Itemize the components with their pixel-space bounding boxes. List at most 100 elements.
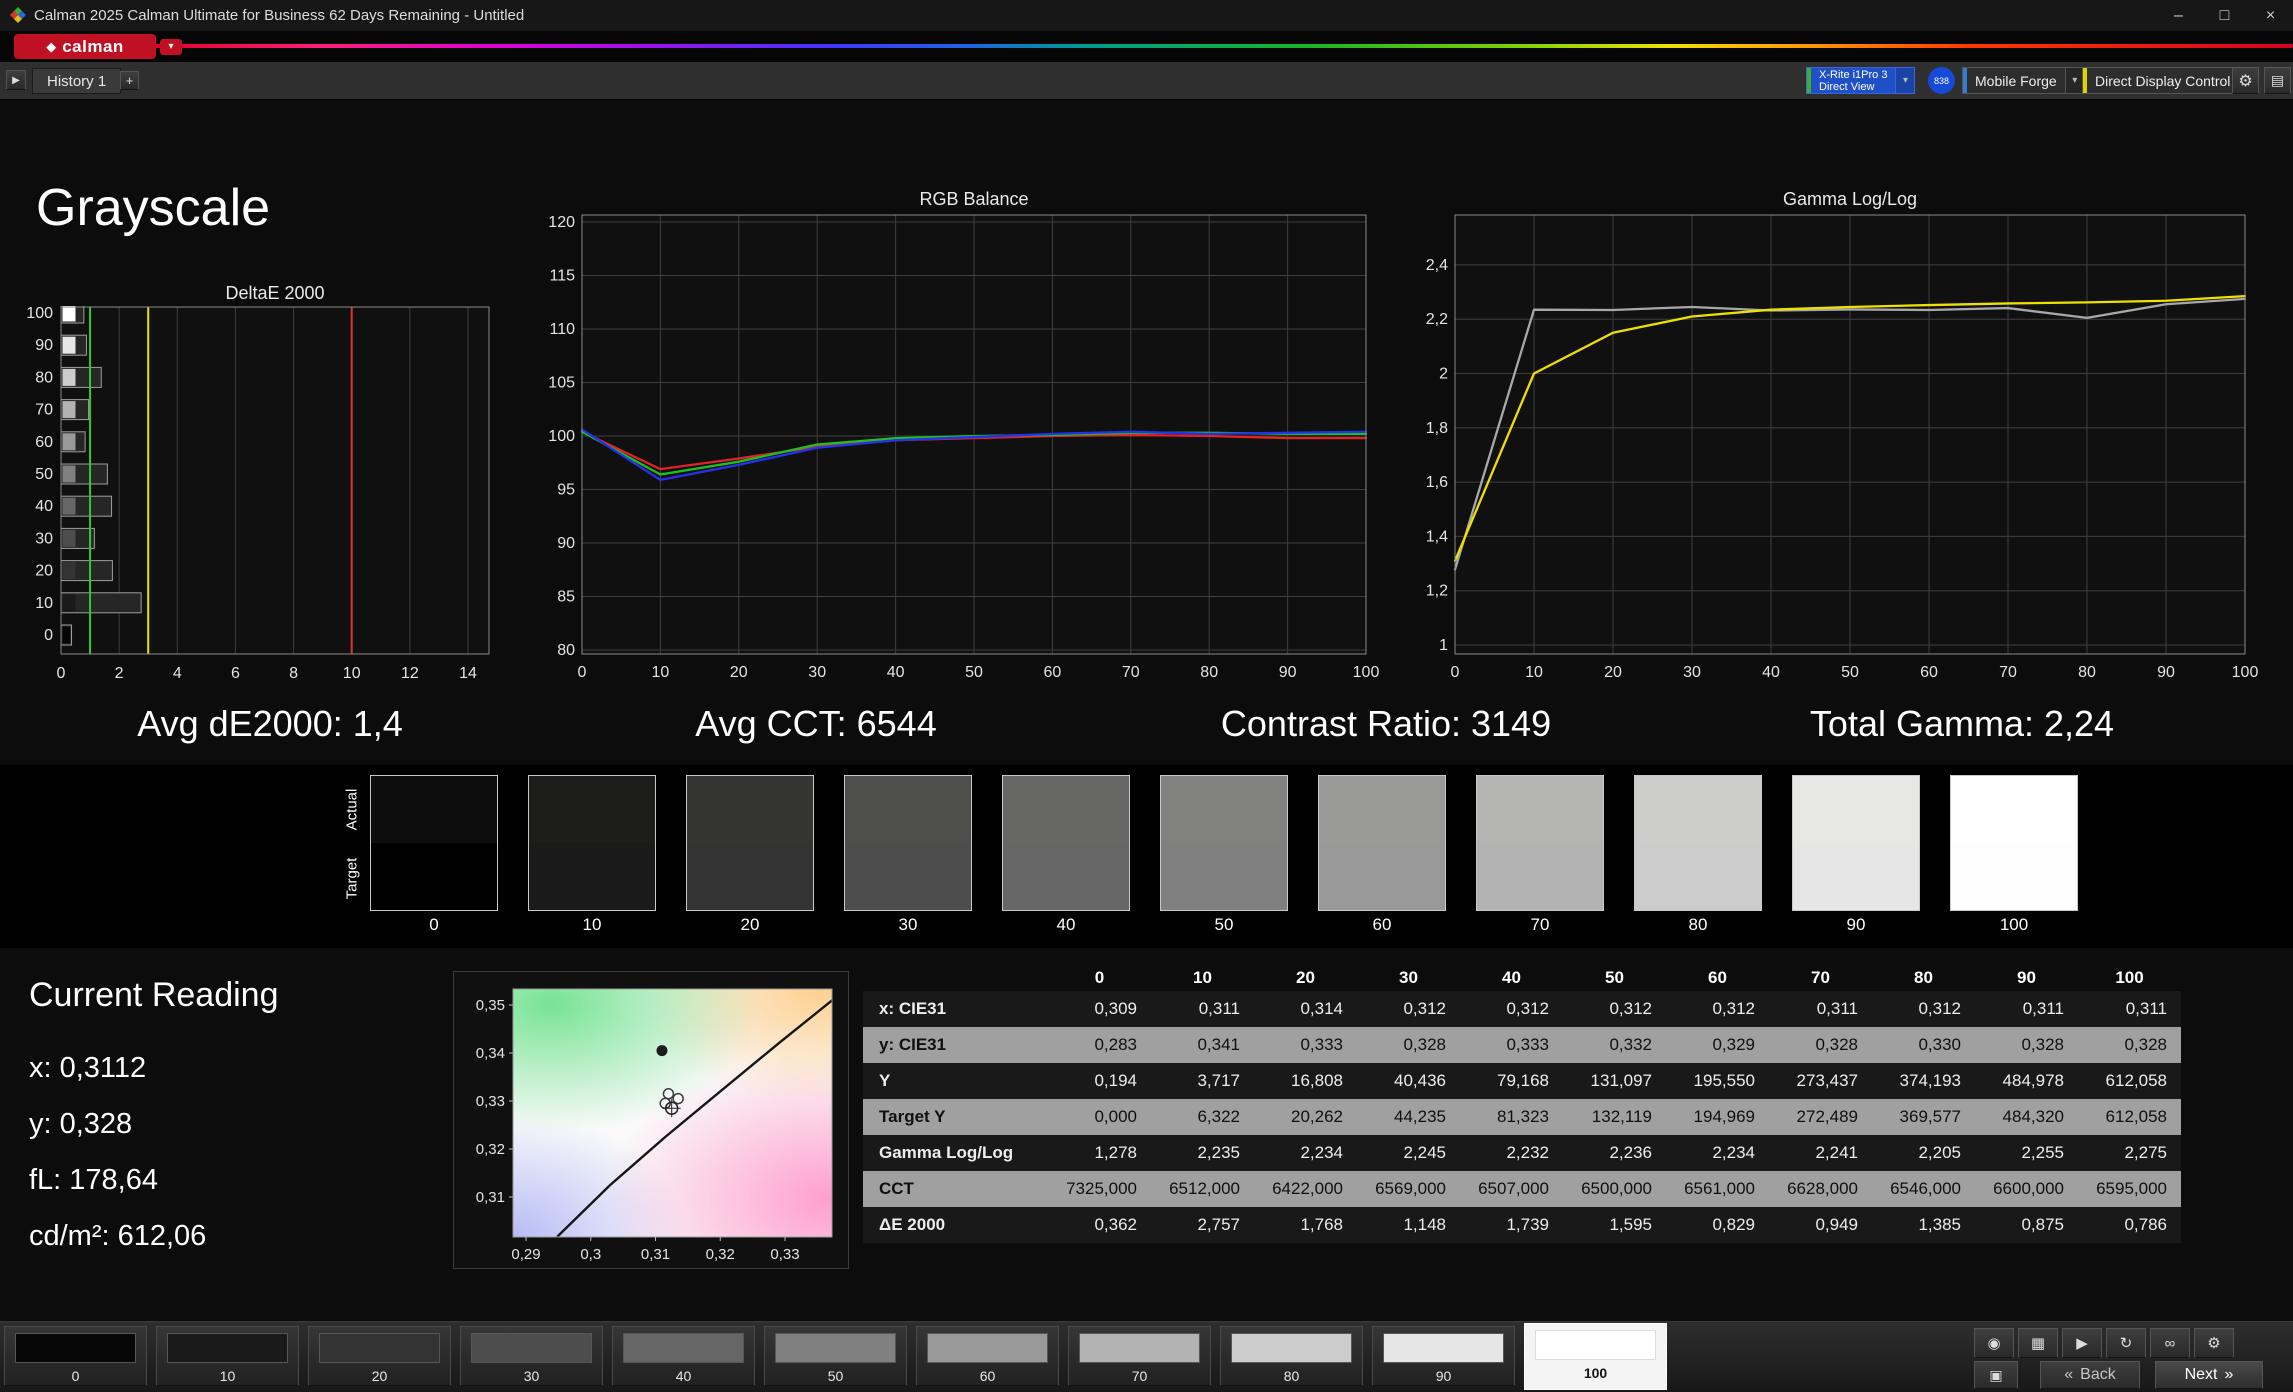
table-cell: 0,311 (1151, 991, 1254, 1027)
next-button[interactable]: Next » (2155, 1361, 2263, 1389)
panel-icon[interactable]: ▤ (2264, 67, 2291, 94)
table-cell: 0,283 (1048, 1027, 1151, 1063)
svg-text:80: 80 (1200, 664, 1218, 681)
table-cell: 612,058 (2078, 1063, 2181, 1099)
reading-line: fL: 178,64 (29, 1152, 206, 1208)
column-header: 60 (1666, 965, 1769, 991)
table-cell: 195,550 (1666, 1063, 1769, 1099)
table-cell: 131,097 (1563, 1063, 1666, 1099)
pattern-button-80[interactable]: 80 (1220, 1326, 1363, 1386)
svg-text:1: 1 (1439, 637, 1448, 654)
pattern-button-20[interactable]: 20 (308, 1326, 451, 1386)
reading-line: cd/m²: 612,06 (29, 1208, 206, 1264)
source-selector-dropdown[interactable]: Mobile Forge ▾ (1962, 67, 2085, 94)
grayscale-swatch-100 (1950, 775, 2078, 911)
pattern-swatch (927, 1333, 1048, 1363)
pattern-button-70[interactable]: 70 (1068, 1326, 1211, 1386)
column-header: 20 (1254, 965, 1357, 991)
svg-text:12: 12 (401, 665, 419, 682)
stop-button[interactable]: ▣ (1974, 1361, 2018, 1389)
minimize-button[interactable]: – (2156, 0, 2201, 31)
daylight-locus-curve (557, 1000, 832, 1237)
pattern-button-90[interactable]: 90 (1372, 1326, 1515, 1386)
svg-text:60: 60 (35, 434, 53, 451)
avg-cct-stat: Avg CCT: 6544 (695, 703, 936, 745)
expand-history-button[interactable]: ▶ (6, 70, 26, 90)
meter-badge[interactable]: 838 (1928, 67, 1955, 94)
table-cell: 6500,000 (1563, 1171, 1666, 1207)
table-cell: 0,312 (1666, 991, 1769, 1027)
table-cell: 0,328 (2078, 1027, 2181, 1063)
grayscale-swatch-0 (370, 775, 498, 911)
table-cell: 1,768 (1254, 1207, 1357, 1243)
svg-text:0,32: 0,32 (706, 1246, 735, 1263)
add-history-button[interactable]: + (120, 71, 139, 90)
svg-text:10: 10 (343, 665, 361, 682)
meter-read-icon[interactable]: ◉ (1974, 1328, 2014, 1358)
svg-text:0,34: 0,34 (476, 1045, 505, 1062)
table-cell: 0,328 (1769, 1027, 1872, 1063)
page-title: Grayscale (36, 178, 270, 238)
pattern-button-30[interactable]: 30 (460, 1326, 603, 1386)
main-menu-dropdown[interactable]: ▾ (160, 39, 182, 55)
svg-text:90: 90 (2157, 664, 2175, 681)
table-row: Y0,1943,71716,80840,43679,168131,097195,… (863, 1063, 2181, 1099)
gear-icon[interactable]: ⚙ (2194, 1328, 2234, 1358)
pattern-swatch (1231, 1333, 1352, 1363)
deltae-bar (61, 625, 72, 645)
table-cell: 0,328 (1975, 1027, 2078, 1063)
pattern-button-60[interactable]: 60 (916, 1326, 1059, 1386)
pattern-label: 40 (613, 1368, 754, 1384)
actual-patch (529, 776, 655, 843)
svg-text:50: 50 (35, 466, 53, 483)
calman-logo[interactable]: ◆ calman (14, 34, 156, 59)
measurement-point (663, 1089, 673, 1099)
svg-text:0,3: 0,3 (580, 1246, 601, 1263)
pattern-grid-icon[interactable]: ▦ (2018, 1328, 2058, 1358)
svg-text:2: 2 (1439, 366, 1448, 383)
maximize-button[interactable]: □ (2202, 0, 2247, 31)
svg-text:0,33: 0,33 (770, 1246, 799, 1263)
svg-text:60: 60 (1920, 664, 1938, 681)
gear-icon[interactable]: ⚙ (2232, 67, 2259, 94)
table-cell: 0,000 (1048, 1099, 1151, 1135)
pattern-button-10[interactable]: 10 (156, 1326, 299, 1386)
table-cell: 1,385 (1872, 1207, 1975, 1243)
table-row: CCT7325,0006512,0006422,0006569,0006507,… (863, 1171, 2181, 1207)
pattern-label: 20 (309, 1368, 450, 1384)
grayscale-swatch-90 (1792, 775, 1920, 911)
target-patch (371, 843, 497, 910)
table-cell: 132,119 (1563, 1099, 1666, 1135)
target-patch (529, 843, 655, 910)
grayscale-swatch-70 (1476, 775, 1604, 911)
svg-text:20: 20 (35, 563, 53, 580)
meter-selector-dropdown[interactable]: X-Rite i1Pro 3 Direct View ▾ (1806, 67, 1915, 94)
close-button[interactable]: × (2248, 0, 2293, 31)
table-cell: 0,311 (2078, 991, 2181, 1027)
pattern-button-0[interactable]: 0 (4, 1326, 147, 1386)
actual-patch (687, 776, 813, 843)
pattern-button-100[interactable]: 100 (1524, 1323, 1667, 1390)
pattern-button-50[interactable]: 50 (764, 1326, 907, 1386)
deltae-bar (61, 464, 107, 484)
table-cell: 0,312 (1460, 991, 1563, 1027)
table-cell: 0,332 (1563, 1027, 1666, 1063)
svg-text:30: 30 (35, 530, 53, 547)
swatch-level-label: 10 (528, 915, 656, 935)
svg-text:6: 6 (231, 665, 240, 682)
continuous-read-icon[interactable]: ↻ (2106, 1328, 2146, 1358)
table-cell: 81,323 (1460, 1099, 1563, 1135)
target-row-label: Target (344, 857, 361, 901)
swatch-level-label: 0 (370, 915, 498, 935)
tab-history-1[interactable]: History 1 (32, 68, 121, 94)
play-icon[interactable]: ▶ (2062, 1328, 2102, 1358)
column-header: 0 (1048, 965, 1151, 991)
grayscale-swatch-80 (1634, 775, 1762, 911)
pattern-bar: ▣ « Back Next » 010 20 30 40 5060708090100 ◉▦… (0, 1321, 2293, 1392)
pattern-swatch (319, 1333, 440, 1363)
loop-icon[interactable]: ∞ (2150, 1328, 2190, 1358)
pattern-button-40[interactable]: 40 (612, 1326, 755, 1386)
table-cell: 0,875 (1975, 1207, 2078, 1243)
back-button[interactable]: « Back (2040, 1361, 2140, 1389)
svg-text:0: 0 (44, 627, 53, 644)
